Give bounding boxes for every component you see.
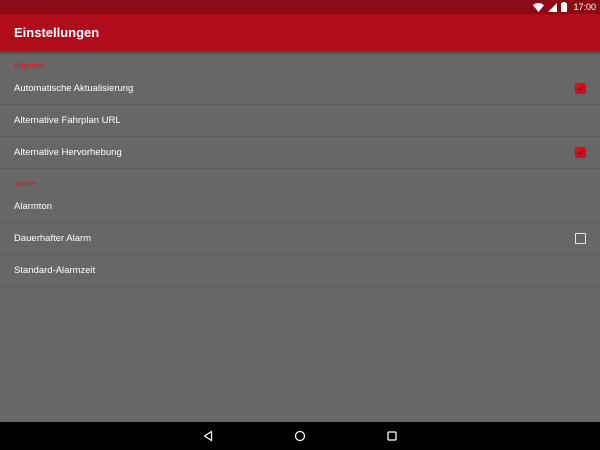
pref-automatische-aktualisierung[interactable]: Automatische Aktualisierung: [0, 73, 600, 105]
pref-label: Dauerhafter Alarm: [14, 233, 92, 244]
checkbox-unchecked-icon[interactable]: [575, 233, 586, 244]
pref-dauerhafter-alarm[interactable]: Dauerhafter Alarm: [0, 223, 600, 255]
page-title: Einstellungen: [14, 25, 100, 40]
app-bar: Einstellungen: [0, 14, 600, 51]
pref-label: Alternative Hervorhebung: [14, 147, 122, 158]
pref-standard-alarmzeit[interactable]: Standard-Alarmzeit: [0, 255, 600, 287]
navigation-bar: [0, 422, 600, 450]
wifi-icon: [533, 2, 545, 12]
status-time: 17:00: [573, 2, 596, 12]
checkbox-checked-icon[interactable]: [575, 147, 586, 158]
category-header-alarme: Alarme: [0, 169, 600, 191]
pref-alternative-fahrplan-url[interactable]: Alternative Fahrplan URL: [0, 105, 600, 137]
battery-icon: [561, 2, 568, 12]
category-label: Allgemein: [14, 63, 45, 70]
pref-label: Standard-Alarmzeit: [14, 265, 96, 276]
pref-alternative-hervorhebung[interactable]: Alternative Hervorhebung: [0, 137, 600, 169]
checkbox-checked-icon[interactable]: [575, 83, 586, 94]
category-label: Alarme: [14, 181, 37, 188]
home-icon[interactable]: [293, 429, 307, 443]
cell-signal-icon: [548, 2, 558, 12]
pref-label: Alternative Fahrplan URL: [14, 115, 121, 126]
status-bar: 17:00: [0, 0, 600, 14]
recents-icon[interactable]: [385, 429, 399, 443]
pref-alarmton[interactable]: Alarmton: [0, 191, 600, 223]
pref-label: Alarmton: [14, 201, 53, 212]
settings-list: Allgemein Automatische Aktualisierung Al…: [0, 51, 600, 422]
back-icon[interactable]: [201, 429, 215, 443]
category-header-allgemein: Allgemein: [0, 51, 600, 73]
pref-label: Automatische Aktualisierung: [14, 83, 134, 94]
